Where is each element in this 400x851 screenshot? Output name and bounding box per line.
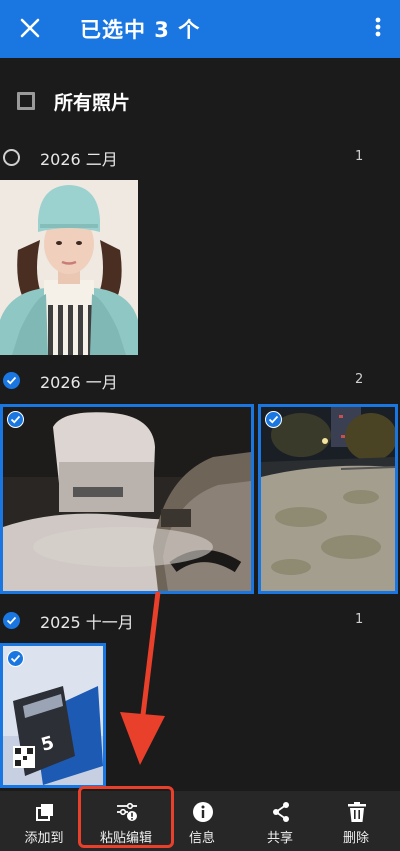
delete-icon — [348, 802, 366, 822]
annotation-arrow — [120, 591, 165, 765]
add-to-button[interactable]: 添加到 — [4, 791, 84, 851]
add-to-icon — [36, 804, 53, 821]
share-label: 共享 — [266, 831, 293, 846]
annotation-highlight-box — [78, 786, 174, 848]
info-button[interactable]: 信息 — [162, 791, 242, 851]
share-button[interactable]: 共享 — [240, 791, 320, 851]
delete-button[interactable]: 删除 — [316, 791, 396, 851]
add-to-label: 添加到 — [24, 831, 64, 846]
bottom-action-bar: 添加到 粘贴编辑 信息 共享 删除 — [0, 791, 400, 851]
delete-label: 删除 — [342, 831, 369, 846]
share-icon — [273, 802, 289, 822]
info-label: 信息 — [188, 831, 215, 846]
info-icon — [193, 802, 213, 822]
